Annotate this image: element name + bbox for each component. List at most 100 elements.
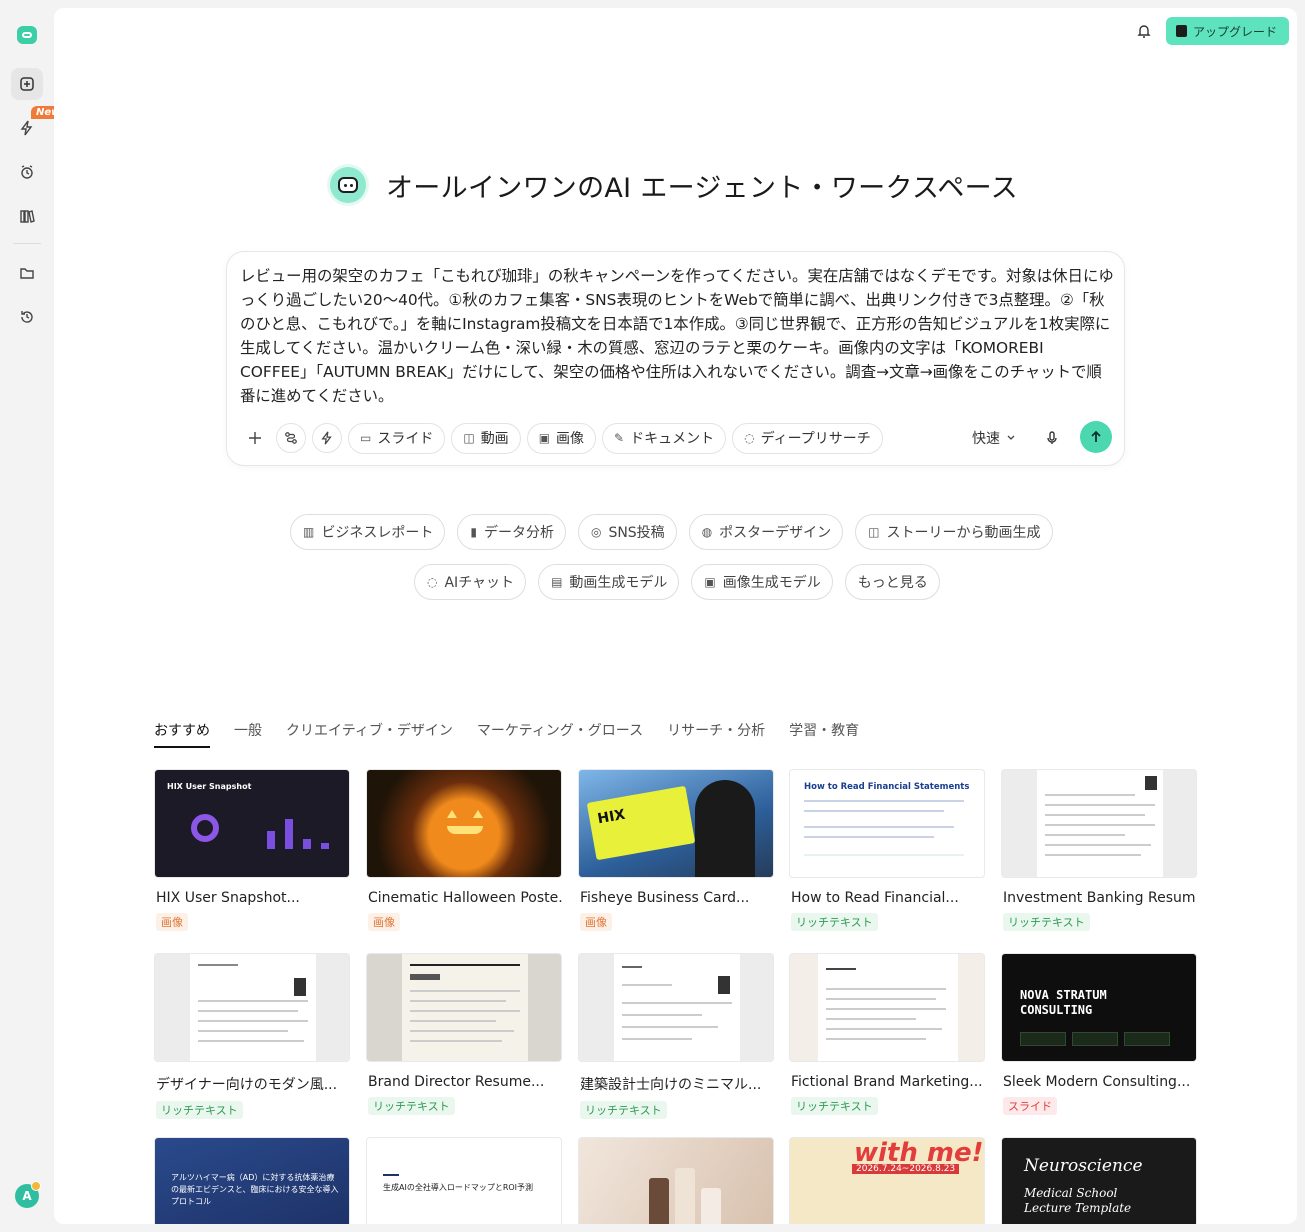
template-card[interactable]: Fictional Brand Marketing... リッチテキスト bbox=[789, 953, 985, 1115]
suggestion-sns-post[interactable]: ◎ SNS投稿 bbox=[577, 514, 677, 550]
mode-select[interactable]: 快速 bbox=[972, 428, 1016, 448]
photo-graphic bbox=[294, 978, 306, 996]
card-thumbnail: 生成AIの全社導入ロードマップとROI予測 bbox=[366, 1137, 562, 1224]
folder-icon bbox=[20, 268, 34, 279]
suggestion-image-model[interactable]: ▣ 画像生成モデル bbox=[691, 564, 833, 600]
send-button[interactable] bbox=[1080, 421, 1112, 453]
microphone-icon bbox=[1047, 431, 1057, 444]
thumb-text: NOVA STRATUM CONSULTING bbox=[1020, 988, 1107, 1017]
thumb-text: How to Read Financial Statements bbox=[804, 782, 970, 792]
schedule-button[interactable] bbox=[11, 156, 43, 188]
template-card[interactable]: 生成AIの全社導入ロードマップとROI予測 bbox=[366, 1137, 562, 1224]
suggestion-video-model[interactable]: ▤ 動画生成モデル bbox=[538, 564, 680, 600]
resume-page-graphic bbox=[614, 954, 740, 1061]
text-line bbox=[198, 1030, 288, 1032]
text-line bbox=[622, 1002, 732, 1004]
suggestion-business-report[interactable]: ▥ ビジネスレポート bbox=[290, 514, 446, 550]
template-card[interactable]: NOVA STRATUM CONSULTING Sleek Modern Con… bbox=[1001, 953, 1197, 1115]
new-chat-button[interactable] bbox=[11, 68, 43, 100]
card-title: Cinematic Halloween Poste... bbox=[368, 890, 562, 906]
template-card[interactable]: デザイナー向けのモダン風... リッチテキスト bbox=[154, 953, 350, 1119]
tab-recommended[interactable]: おすすめ bbox=[154, 720, 210, 748]
text-line bbox=[804, 854, 964, 856]
template-card[interactable]: アルツハイマー病（AD）に対する抗体薬治療の最新エビデンスと、臨床における安全な… bbox=[154, 1137, 350, 1224]
plus-icon bbox=[249, 432, 261, 444]
upgrade-button[interactable]: アップグレード bbox=[1165, 17, 1289, 45]
chip-label: ドキュメント bbox=[630, 431, 715, 447]
template-card[interactable]: HIX User Snapshot HIX User Snapshot... 画… bbox=[154, 769, 350, 931]
template-card[interactable]: HIX Fisheye Business Card... 画像 bbox=[578, 769, 774, 931]
text-line bbox=[1045, 834, 1125, 836]
card-thumbnail: How to Read Financial Statements bbox=[789, 769, 985, 878]
history-button[interactable] bbox=[11, 301, 43, 333]
text-line bbox=[622, 984, 672, 986]
chip-label: スライド bbox=[377, 431, 434, 447]
suggestion-data-analysis[interactable]: ▮ データ分析 bbox=[457, 514, 566, 550]
business-card-graphic: HIX bbox=[586, 785, 696, 861]
card-title: Fictional Brand Marketing... bbox=[791, 1074, 983, 1090]
photo-graphic bbox=[1145, 776, 1157, 790]
workflow-icon bbox=[285, 432, 297, 444]
chip-deep-research[interactable]: ◌ ディープリサーチ bbox=[732, 422, 883, 454]
thumb-subtext-line: Medical School bbox=[1024, 1186, 1118, 1200]
prompt-input[interactable]: レビュー用の架空のカフェ「こもれび珈琲」の秋キャンペーンを作ってください。実在店… bbox=[240, 264, 1115, 408]
tab-learning-education[interactable]: 学習・教育 bbox=[789, 720, 859, 748]
template-card[interactable] bbox=[578, 1137, 774, 1224]
suggestion-ai-chat[interactable]: ◌ AIチャット bbox=[414, 564, 527, 600]
voice-input-button[interactable] bbox=[1042, 428, 1062, 448]
text-line bbox=[826, 988, 946, 990]
suggestion-poster-design[interactable]: ◍ ポスターデザイン bbox=[688, 514, 844, 550]
main-panel: アップグレード オールインワンのAI エージェント・ワークスペース レビュー用の… bbox=[54, 8, 1297, 1224]
workflow-button[interactable] bbox=[276, 423, 306, 453]
pumpkin-face-graphic bbox=[443, 808, 487, 838]
chip-video[interactable]: ◫ 動画 bbox=[451, 422, 521, 454]
text-line bbox=[198, 964, 238, 966]
card-thumbnail bbox=[1001, 769, 1197, 878]
card-thumbnail bbox=[789, 953, 985, 1062]
thumb-text: HIX bbox=[596, 806, 627, 828]
text-line bbox=[410, 1040, 502, 1042]
add-attachment-button[interactable] bbox=[240, 423, 270, 453]
text-line bbox=[622, 1038, 692, 1040]
suggestion-label: SNS投稿 bbox=[608, 525, 665, 541]
donut-graphic bbox=[191, 814, 219, 842]
template-card[interactable]: Brand Director Resume... リッチテキスト bbox=[366, 953, 562, 1115]
template-card[interactable]: 建築設計士向けのミニマル... リッチテキスト bbox=[578, 953, 774, 1119]
chip-slides[interactable]: ▭ スライド bbox=[348, 422, 446, 454]
card-tag: リッチテキスト bbox=[791, 913, 878, 931]
alarm-clock-icon bbox=[21, 165, 33, 179]
tab-general[interactable]: 一般 bbox=[234, 720, 262, 748]
suggestion-story-to-video[interactable]: ◫ ストーリーから動画生成 bbox=[855, 514, 1053, 550]
template-card[interactable]: How to Read Financial Statements How to … bbox=[789, 769, 985, 931]
template-card[interactable]: Investment Banking Resum... リッチテキスト bbox=[1001, 769, 1197, 931]
card-thumbnail: with me! 2026.7.24~2026.8.23 bbox=[789, 1137, 985, 1224]
library-button[interactable] bbox=[11, 200, 43, 232]
template-card[interactable]: Neuroscience Medical School Lecture Templ… bbox=[1001, 1137, 1197, 1224]
tab-creative-design[interactable]: クリエイティブ・デザイン bbox=[286, 720, 453, 748]
chip-image[interactable]: ▣ 画像 bbox=[526, 422, 597, 454]
template-card[interactable]: with me! 2026.7.24~2026.8.23 bbox=[789, 1137, 985, 1224]
card-title: Sleek Modern Consulting... bbox=[1003, 1074, 1191, 1090]
suggestion-more[interactable]: もっと見る bbox=[844, 564, 940, 600]
text-line bbox=[198, 1020, 308, 1022]
app-logo[interactable] bbox=[17, 26, 37, 44]
card-tag: リッチテキスト bbox=[1003, 913, 1090, 931]
text-line bbox=[198, 1010, 298, 1012]
tab-marketing-growth[interactable]: マーケティング・グロース bbox=[477, 720, 643, 748]
resume-page-graphic bbox=[190, 954, 316, 1061]
suggestion-label: ポスターデザイン bbox=[719, 525, 832, 541]
chevron-down-icon bbox=[1007, 435, 1015, 440]
template-card[interactable]: Cinematic Halloween Poste... 画像 bbox=[366, 769, 562, 931]
tab-research-analysis[interactable]: リサーチ・分析 bbox=[667, 720, 765, 748]
box-graphic bbox=[1020, 1032, 1066, 1046]
files-button[interactable] bbox=[11, 257, 43, 289]
chip-document[interactable]: ✎ ドキュメント bbox=[602, 422, 727, 454]
text-line bbox=[1045, 854, 1141, 856]
agent-mode-button[interactable] bbox=[312, 423, 342, 453]
card-title: Fisheye Business Card... bbox=[580, 890, 750, 906]
prompt-box[interactable]: レビュー用の架空のカフェ「こもれび珈琲」の秋キャンペーンを作ってください。実在店… bbox=[226, 251, 1125, 466]
bar-chart-icon: ▮ bbox=[470, 525, 477, 539]
instagram-icon: ◎ bbox=[590, 525, 602, 539]
notifications-button[interactable] bbox=[1133, 20, 1155, 42]
card-tag: リッチテキスト bbox=[791, 1097, 878, 1115]
